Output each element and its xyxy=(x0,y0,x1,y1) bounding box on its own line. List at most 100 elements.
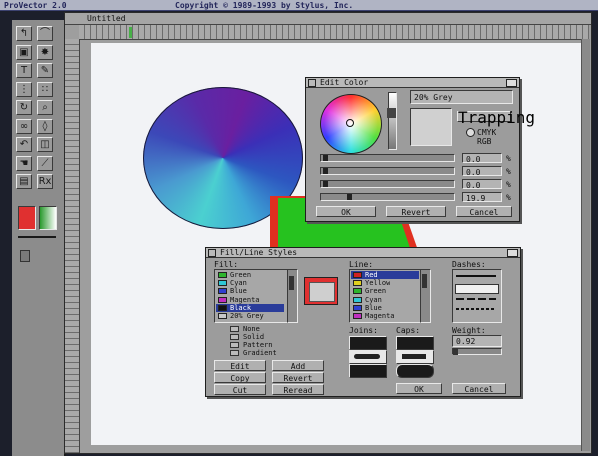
knife-icon[interactable]: ⟋ xyxy=(37,155,53,171)
cap-square-button[interactable] xyxy=(396,364,434,378)
weight-field[interactable]: 0.92 xyxy=(452,335,502,347)
shape-icon[interactable]: ◫ xyxy=(37,137,53,152)
depth-icon[interactable] xyxy=(507,249,518,257)
scrollbar-right[interactable] xyxy=(581,39,590,451)
channel-slider-knob[interactable] xyxy=(347,194,352,200)
cut-button[interactable]: Cut xyxy=(214,384,266,395)
fill-type-radio[interactable] xyxy=(230,334,239,340)
color-wheel-cursor[interactable] xyxy=(346,119,354,127)
rectangle-icon[interactable]: ▣ xyxy=(16,44,32,60)
depth-icon[interactable] xyxy=(506,79,517,87)
dashes-list[interactable] xyxy=(452,269,502,323)
curve-icon[interactable]: ⌒ xyxy=(37,26,53,41)
cancel-button[interactable]: Cancel xyxy=(452,383,506,394)
list-item[interactable]: Blue xyxy=(351,304,419,312)
channel-value: 0.0 xyxy=(466,155,481,164)
list-item[interactable]: Green xyxy=(216,271,284,279)
fill-type-radio[interactable] xyxy=(230,326,239,332)
link-icon[interactable]: ∞ xyxy=(16,118,32,134)
paste-icon[interactable]: ▤ xyxy=(16,174,32,189)
scroll-thumb[interactable] xyxy=(422,274,427,288)
fill-color-list[interactable]: Green Cyan Blue Magenta Black 20% Grey xyxy=(214,269,288,323)
fill-type-label: None xyxy=(243,325,260,333)
fill-type-radio[interactable] xyxy=(230,350,239,356)
join-miter-button[interactable] xyxy=(349,336,387,350)
channel-value-field[interactable]: 0.0 xyxy=(462,153,502,164)
channel-slider-knob[interactable] xyxy=(323,181,328,187)
copy-button[interactable]: Copy xyxy=(214,372,266,383)
list-item[interactable]: Cyan xyxy=(351,296,419,304)
brightness-knob[interactable] xyxy=(387,108,396,118)
revert-button[interactable]: Revert xyxy=(272,372,324,383)
mode-radio-cmyk[interactable] xyxy=(466,128,475,137)
node-icon[interactable]: ◊ xyxy=(37,118,53,134)
color-swatch xyxy=(218,313,227,319)
channel-value-field[interactable]: 0.0 xyxy=(462,166,502,177)
horizontal-ruler xyxy=(79,25,589,40)
fill-list-scrollbar[interactable] xyxy=(287,269,298,323)
close-icon[interactable] xyxy=(208,249,216,257)
undo-icon[interactable]: ↶ xyxy=(16,137,32,152)
color-swatch xyxy=(353,272,362,278)
channel-slider-2[interactable] xyxy=(320,180,455,188)
rx-icon[interactable]: Rx xyxy=(37,174,53,189)
list-item[interactable]: 20% Grey xyxy=(216,312,284,320)
pen-icon[interactable]: ✎ xyxy=(37,63,53,78)
channel-slider-knob[interactable] xyxy=(323,168,328,174)
channel-slider-3[interactable] xyxy=(320,193,455,201)
list-item[interactable]: Magenta xyxy=(351,312,419,320)
color-name-field[interactable]: 20% Grey xyxy=(410,90,513,104)
list-item[interactable]: Magenta xyxy=(216,296,284,304)
list-item[interactable]: Black xyxy=(216,303,284,312)
reread-button[interactable]: Reread xyxy=(272,384,324,395)
channel-slider-1[interactable] xyxy=(320,167,455,175)
channel-value-field[interactable]: 19.9 xyxy=(462,192,502,203)
rotate-icon[interactable]: ↻ xyxy=(16,100,32,115)
grid-icon[interactable]: ⋮ xyxy=(16,81,32,97)
fill-type-label: Pattern xyxy=(243,341,273,349)
dots-icon[interactable]: ∷ xyxy=(37,81,53,97)
channel-value-field[interactable]: 0.0 xyxy=(462,179,502,190)
join-bevel-button[interactable] xyxy=(349,364,387,378)
list-item[interactable]: Cyan xyxy=(216,279,284,287)
freehand-icon[interactable]: ✸ xyxy=(37,44,53,60)
copyright-text: Copyright © 1989-1993 by Stylus, Inc. xyxy=(175,1,354,10)
zoom-icon[interactable]: ⌕ xyxy=(37,100,53,115)
weight-label: Weight: xyxy=(452,326,486,335)
scroll-thumb[interactable] xyxy=(289,276,294,290)
fill-swatch[interactable] xyxy=(18,206,36,230)
edit-color-cancel-button[interactable]: Cancel xyxy=(456,206,512,217)
weight-slider-knob[interactable] xyxy=(453,348,458,355)
dash-style-solid[interactable] xyxy=(456,275,496,277)
line-list-scrollbar[interactable] xyxy=(420,269,431,323)
edit-button[interactable]: Edit xyxy=(214,360,266,371)
close-icon[interactable] xyxy=(308,79,316,87)
channel-slider-0[interactable] xyxy=(320,154,455,162)
text-tool-icon[interactable]: T xyxy=(16,63,32,78)
cap-round-button[interactable] xyxy=(396,350,434,364)
app-title: ProVector 2.0 xyxy=(4,1,67,10)
list-item[interactable]: Yellow xyxy=(351,279,419,287)
join-round-button[interactable] xyxy=(349,350,387,364)
cap-round-icon xyxy=(402,354,426,359)
fill-type-radio[interactable] xyxy=(230,342,239,348)
ok-button[interactable]: OK xyxy=(396,383,442,394)
line-color-list[interactable]: Red Yellow Green Cyan Blue Magenta xyxy=(349,269,421,323)
dash-style-selected[interactable] xyxy=(455,284,499,294)
list-item[interactable]: Red xyxy=(351,271,419,279)
line-swatch[interactable] xyxy=(39,206,57,230)
channel-slider-knob[interactable] xyxy=(323,155,328,161)
edit-color-revert-button[interactable]: Revert xyxy=(386,206,446,217)
weight-slider[interactable] xyxy=(452,348,502,355)
list-item[interactable]: Green xyxy=(351,287,419,295)
dash-style-short[interactable] xyxy=(456,308,496,310)
list-item[interactable]: Blue xyxy=(216,287,284,295)
trapping-button[interactable]: Trapping xyxy=(457,110,535,126)
hand-icon[interactable]: ☚ xyxy=(16,155,32,171)
add-button[interactable]: Add xyxy=(272,360,324,371)
cap-butt-button[interactable] xyxy=(396,336,434,350)
dash-style-long[interactable] xyxy=(456,298,496,300)
edit-color-ok-button[interactable]: OK xyxy=(316,206,376,217)
brightness-slider[interactable] xyxy=(388,92,397,150)
point-icon[interactable]: ↰ xyxy=(16,26,32,41)
